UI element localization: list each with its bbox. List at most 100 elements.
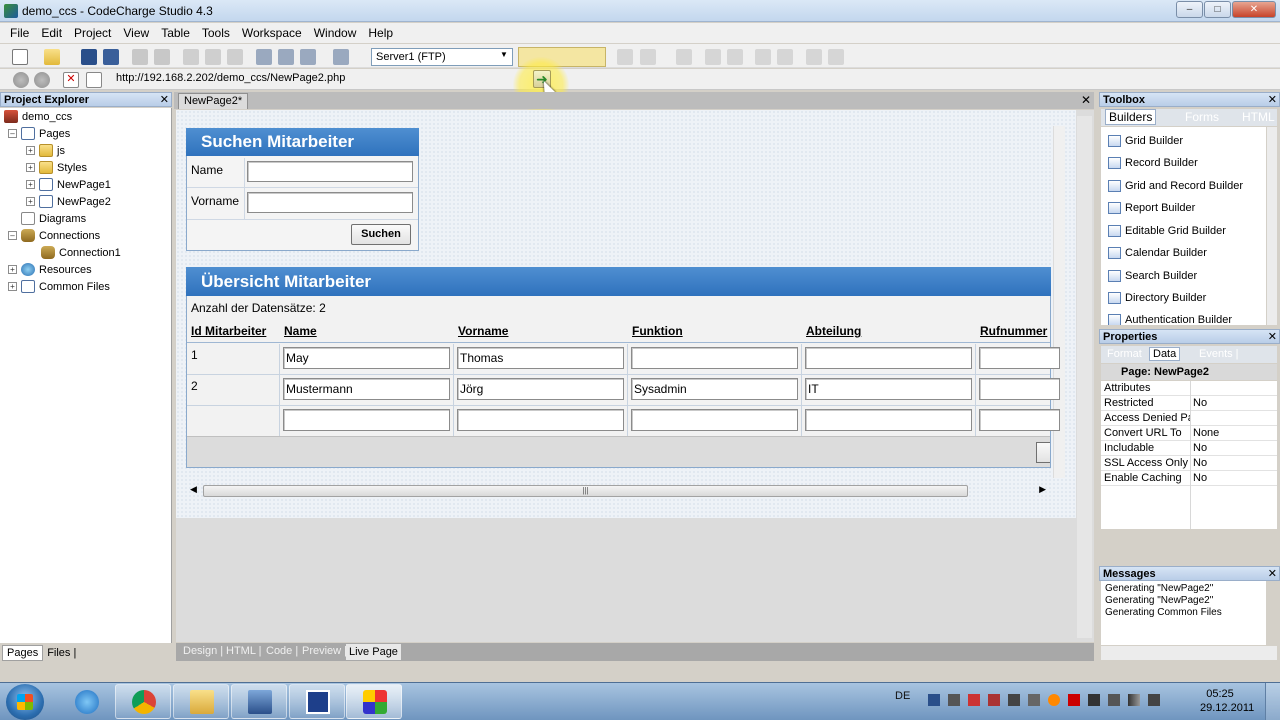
maximize-button[interactable]: □ (1204, 1, 1231, 18)
column-header-id[interactable]: Id Mitarbeiter (187, 321, 280, 343)
tool-record-builder[interactable]: Record Builder (1108, 157, 1198, 169)
tab-design[interactable]: Design | (183, 645, 223, 657)
tray-security-icon[interactable] (968, 694, 980, 706)
collapse-icon[interactable]: – (8, 129, 17, 138)
tray-app-icon[interactable] (928, 694, 940, 706)
vorname-cell-input[interactable]: Thomas (457, 347, 624, 369)
copy-icon[interactable] (205, 49, 221, 65)
column-header-vorname[interactable]: Vorname (454, 321, 628, 343)
rufnummer-cell-input[interactable] (979, 378, 1060, 400)
property-row[interactable]: Includable No (1101, 441, 1277, 456)
tool-calendar-builder[interactable]: Calendar Builder (1108, 247, 1207, 259)
tool-grid-builder[interactable]: Grid Builder (1108, 135, 1183, 147)
tab-files[interactable]: Files | (43, 646, 80, 660)
tab-code[interactable]: Code | (266, 645, 298, 657)
minimize-button[interactable]: – (1176, 1, 1203, 18)
expand-icon[interactable]: + (26, 146, 35, 155)
tab-format[interactable]: Format (1107, 348, 1142, 360)
property-row[interactable]: Convert URL To None (1101, 426, 1277, 441)
expand-icon[interactable]: + (26, 197, 35, 206)
menu-help[interactable]: Help (366, 25, 395, 41)
menu-workspace[interactable]: Workspace (240, 25, 304, 41)
property-row[interactable]: Attributes (1101, 381, 1277, 396)
menu-table[interactable]: Table (159, 25, 192, 41)
scroll-right-icon[interactable]: ▶ (1039, 484, 1046, 495)
url-field[interactable]: http://192.168.2.202/demo_ccs/NewPage2.p… (116, 72, 345, 84)
paragraph-icon[interactable] (640, 49, 656, 65)
close-icon[interactable]: ✕ (1268, 567, 1277, 582)
horizontal-scrollbar[interactable]: ◀ ||| ▶ (186, 483, 1050, 499)
volume-icon[interactable] (1148, 694, 1160, 706)
tree-item-styles[interactable]: + Styles (26, 159, 87, 176)
tab-html-tools[interactable]: HTML (1242, 110, 1275, 124)
align-center-icon[interactable] (705, 49, 721, 65)
rufnummer-cell-input[interactable] (979, 347, 1060, 369)
taskbar-chrome[interactable] (115, 684, 171, 719)
taskbar-explorer[interactable] (173, 684, 229, 719)
collapse-icon[interactable]: – (8, 231, 17, 240)
tab-preview[interactable]: Preview | (302, 645, 347, 657)
funktion-cell-input[interactable] (631, 347, 798, 369)
funktion-cell-input[interactable]: Sysadmin (631, 378, 798, 400)
column-header-funktion[interactable]: Funktion (628, 321, 802, 343)
server-select[interactable]: Server1 (FTP) ▼ (371, 48, 513, 66)
close-icon[interactable]: ✕ (160, 93, 169, 108)
align-middle-icon[interactable] (777, 49, 793, 65)
column-header-abteilung[interactable]: Abteilung (802, 321, 976, 343)
column-header-name[interactable]: Name (280, 321, 454, 343)
abteilung-cell-input[interactable] (805, 347, 972, 369)
property-row[interactable]: Enable Caching No (1101, 471, 1277, 486)
name-input[interactable] (247, 161, 413, 182)
tray-device-icon[interactable] (1028, 694, 1040, 706)
tab-newpage2[interactable]: NewPage2* (178, 93, 249, 109)
name-cell-input[interactable]: May (283, 347, 450, 369)
tool-search-builder[interactable]: Search Builder (1108, 270, 1197, 282)
tray-antivirus-icon[interactable] (1068, 694, 1080, 706)
start-button[interactable] (6, 684, 44, 720)
redo-icon[interactable] (154, 49, 170, 65)
distribute-icon[interactable] (828, 49, 844, 65)
save-icon[interactable] (81, 49, 97, 65)
publish-icon[interactable] (256, 49, 272, 65)
menu-view[interactable]: View (121, 25, 151, 41)
align-left-icon[interactable] (676, 49, 692, 65)
undo-icon[interactable] (132, 49, 148, 65)
clock[interactable]: 05:25 29.12.2011 (1200, 687, 1254, 715)
grid-icon[interactable] (617, 49, 633, 65)
signal-icon[interactable] (1128, 694, 1140, 706)
property-row[interactable]: Restricted No (1101, 396, 1277, 411)
tab-live-page[interactable]: Live Page (346, 644, 401, 660)
tool-grid-record-builder[interactable]: Grid and Record Builder (1108, 180, 1243, 192)
tool-report-builder[interactable]: Report Builder (1108, 202, 1195, 214)
paste-icon[interactable] (227, 49, 243, 65)
property-row[interactable]: SSL Access Only No (1101, 456, 1277, 471)
language-indicator[interactable]: DE (895, 690, 910, 702)
suchen-button[interactable]: Suchen (351, 224, 411, 245)
tool-authentication-builder[interactable]: Authentication Builder (1108, 314, 1232, 325)
tray-media-icon[interactable] (988, 694, 1000, 706)
show-desktop-button[interactable] (1265, 683, 1280, 720)
scroll-left-icon[interactable]: ◀ (190, 484, 197, 495)
submit-button[interactable] (1036, 442, 1050, 463)
menu-file[interactable]: File (8, 25, 31, 41)
taskbar-app[interactable] (289, 684, 345, 719)
generate-icon[interactable] (278, 49, 294, 65)
back-icon[interactable] (13, 72, 29, 88)
tab-builders[interactable]: Builders (1105, 109, 1157, 125)
tool-editable-grid-builder[interactable]: Editable Grid Builder (1108, 225, 1226, 237)
tray-update-icon[interactable] (1048, 694, 1060, 706)
menu-tools[interactable]: Tools (200, 25, 232, 41)
vertical-scrollbar[interactable] (1077, 116, 1092, 638)
vorname-cell-input[interactable]: Jörg (457, 378, 624, 400)
preview-icon[interactable] (333, 49, 349, 65)
tree-item-newpage2[interactable]: + NewPage2 (26, 193, 111, 210)
save-all-icon[interactable] (103, 49, 119, 65)
tray-tool-icon[interactable] (948, 694, 960, 706)
close-icon[interactable]: ✕ (1268, 93, 1277, 108)
messages-hscrollbar[interactable] (1101, 646, 1277, 660)
tree-item-diagrams[interactable]: Diagrams (21, 210, 86, 227)
column-header-rufnummer[interactable]: Rufnummer (976, 321, 1050, 343)
tab-pages[interactable]: Pages (2, 644, 44, 661)
align-bottom-icon[interactable] (806, 49, 822, 65)
close-icon[interactable]: ✕ (1081, 93, 1091, 107)
